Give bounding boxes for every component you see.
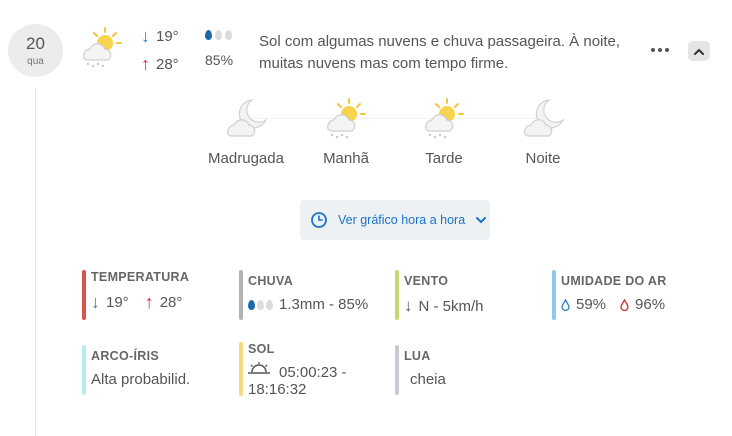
arrow-down-icon: ↓ xyxy=(141,26,150,46)
arco-iris-bar xyxy=(82,345,86,395)
arrow-up-icon: ↑ xyxy=(141,54,150,74)
detail-lua: LUA cheia xyxy=(395,345,544,395)
detail-umidade: UMIDADE DO AR 59% 96% xyxy=(552,270,721,320)
date-weekday: qua xyxy=(27,56,44,67)
temp-min: ↓ 19° xyxy=(141,27,179,45)
temperatura-bar xyxy=(82,270,86,320)
temp-min-value: 19° xyxy=(156,27,179,45)
umidade-value-row: 59% 96% xyxy=(561,296,721,313)
period-label: Madrugada xyxy=(208,150,284,167)
rain-drops-icon xyxy=(205,30,232,40)
arco-iris-title: ARCO-ÍRIS xyxy=(91,349,159,363)
temperatura-value: ↓ 19° ↑ 28° xyxy=(91,293,231,311)
chevron-down-icon xyxy=(476,217,487,224)
sun-cloud-rain-icon xyxy=(425,98,464,139)
date-day-number: 20 xyxy=(26,34,45,53)
rain-drops-icon xyxy=(248,299,273,310)
sunrise-icon xyxy=(248,362,270,374)
vento-value-row: ↓ N - 5km/h xyxy=(404,296,544,316)
chuva-title: CHUVA xyxy=(248,274,294,288)
umidade-bar xyxy=(552,270,556,320)
umidade-min: 59% xyxy=(576,296,607,313)
period-noite: Noite xyxy=(498,96,588,167)
lua-value: cheia xyxy=(410,371,446,388)
period-label: Tarde xyxy=(425,150,463,167)
sol-title: SOL xyxy=(248,342,275,356)
collapse-button[interactable] xyxy=(688,41,710,61)
sun-cloud-rain-icon xyxy=(83,27,122,68)
period-label: Noite xyxy=(525,150,561,167)
period-label: Manhã xyxy=(323,150,369,167)
chevron-up-icon xyxy=(694,48,704,55)
chuva-value-row: 1.3mm - 85% xyxy=(248,296,398,313)
arco-iris-value: Alta probabilid. xyxy=(91,371,191,388)
date-badge: 20 qua xyxy=(8,24,63,77)
vento-value: N - 5km/h xyxy=(418,297,484,315)
humidity-high-icon xyxy=(620,298,629,311)
lua-bar xyxy=(395,345,399,395)
temperatura-title: TEMPERATURA xyxy=(91,270,190,284)
sol-line2: 18:16:32 xyxy=(248,381,307,398)
arrow-down-icon: ↓ xyxy=(91,292,100,312)
chuva-bar xyxy=(239,270,243,320)
period-tarde: Tarde xyxy=(399,96,489,167)
detail-chuva: CHUVA 1.3mm - 85% xyxy=(239,270,398,320)
arrow-up-icon: ↑ xyxy=(144,292,154,312)
chuva-value: 1.3mm - 85% xyxy=(279,296,369,313)
clock-icon xyxy=(311,212,327,228)
sun-cloud-rain-icon xyxy=(327,98,366,139)
period-manha: Manhã xyxy=(301,96,391,167)
day-description: Sol com algumas nuvens e chuva passageir… xyxy=(259,33,621,72)
detail-sol: SOL 05:00:23 - 18:16:32 xyxy=(239,342,398,398)
detail-arco-iris: ARCO-ÍRIS Alta probabilid. xyxy=(82,345,231,395)
temperatura-min: 19° xyxy=(106,293,129,311)
moon-cloud-icon xyxy=(227,99,268,137)
humidity-low-icon xyxy=(561,298,570,311)
hourly-chart-label: Ver gráfico hora a hora xyxy=(338,213,466,227)
detail-temperatura: TEMPERATURA ↓ 19° ↑ 28° xyxy=(82,270,231,320)
hourly-chart-button[interactable]: Ver gráfico hora a hora xyxy=(300,200,490,240)
vento-title: VENTO xyxy=(404,274,449,288)
period-madrugada: Madrugada xyxy=(201,96,291,167)
timeline-line xyxy=(35,88,36,436)
temperatura-max: 28° xyxy=(159,293,183,311)
sol-line1: 05:00:23 - xyxy=(279,364,347,381)
temp-max: ↑ 28° xyxy=(141,55,179,73)
sol-value: 05:00:23 - 18:16:32 xyxy=(248,362,398,398)
wind-arrow-icon: ↓ xyxy=(404,296,413,315)
umidade-title: UMIDADE DO AR xyxy=(561,274,667,288)
umidade-max: 96% xyxy=(635,296,666,313)
vento-bar xyxy=(395,270,399,320)
moon-cloud-icon xyxy=(524,99,565,137)
sol-bar xyxy=(239,342,243,396)
detail-vento: VENTO ↓ N - 5km/h xyxy=(395,270,544,320)
lua-title: LUA xyxy=(404,349,431,363)
more-options-button[interactable] xyxy=(646,39,674,61)
temp-max-value: 28° xyxy=(156,55,179,73)
precip-percent: 85% xyxy=(205,52,234,68)
